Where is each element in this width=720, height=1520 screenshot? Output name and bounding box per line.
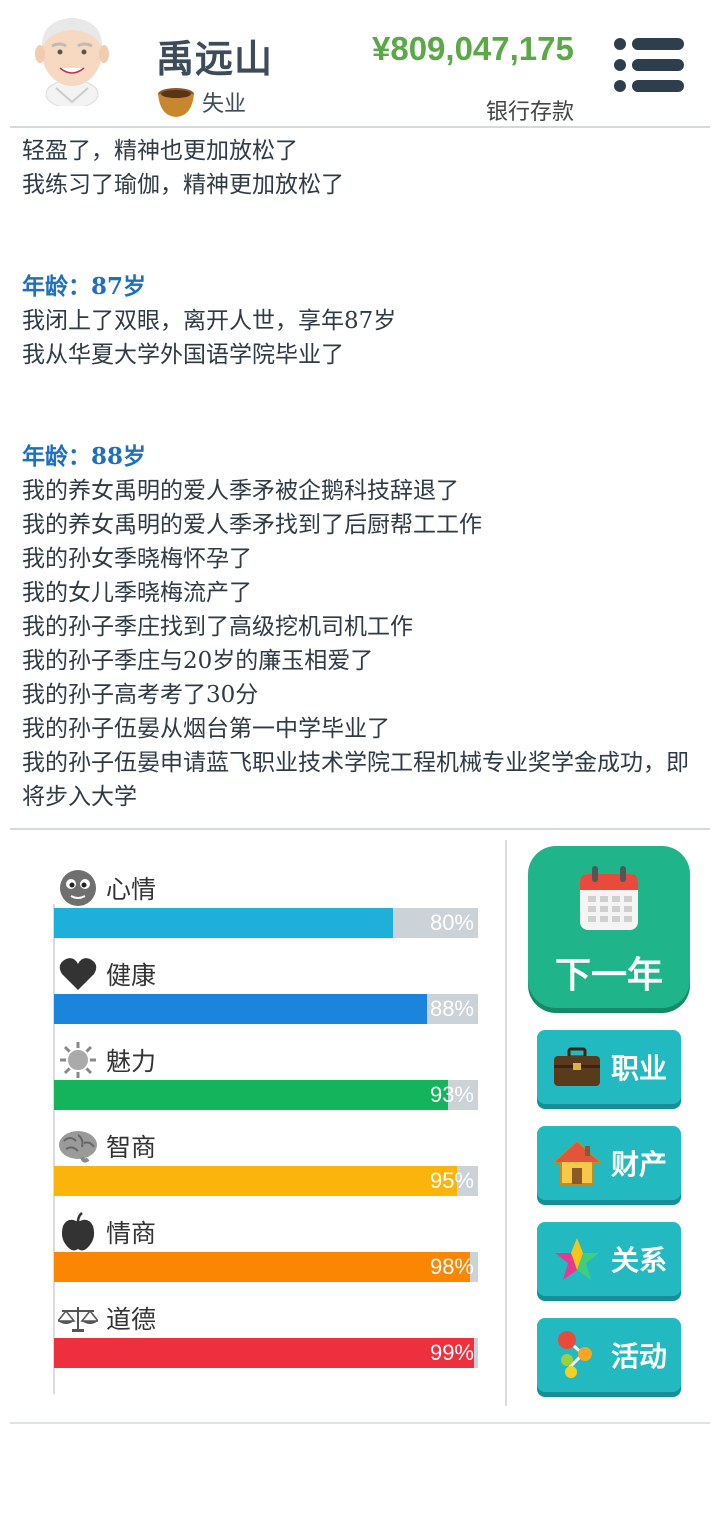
stat-percent: 80%: [429, 910, 474, 935]
bank-balance: ¥809,047,175: [372, 30, 574, 67]
stat-bar: 88%: [54, 994, 478, 1024]
next-year-label: 下一年: [554, 954, 663, 995]
relations-button[interactable]: 关系: [537, 1222, 681, 1296]
property-label: 财产: [611, 1149, 668, 1180]
activities-label: 活动: [611, 1341, 668, 1372]
stat-charm: 魅力 93%: [54, 1040, 478, 1110]
stat-eq: 情商 98%: [54, 1212, 478, 1282]
stat-label: 魅力: [106, 1048, 157, 1076]
job-label: 失业: [202, 91, 247, 116]
player-name: 禹远山: [156, 39, 274, 81]
stat-bar-fill: [54, 1080, 449, 1110]
star-icon: [551, 1233, 603, 1285]
stat-iq: 智商 95%: [54, 1126, 478, 1196]
log-line: 我的孙子伍晏申请蓝飞职业技术学院工程机械专业奖学金成功，即将步入大学: [22, 750, 689, 810]
briefcase-icon: [551, 1041, 603, 1093]
stat-bar-fill: [54, 908, 394, 938]
bank-balance-label: 银行存款: [486, 99, 575, 124]
stat-bar: 99%: [54, 1338, 478, 1368]
career-label: 职业: [611, 1053, 668, 1084]
stat-bar: 98%: [54, 1252, 478, 1282]
brain-icon: [58, 1126, 98, 1166]
event-log[interactable]: 轻盈了，精神也更加放松了 我练习了瑜伽，精神更加放松了 年龄：87岁 我闭上了双…: [22, 134, 702, 818]
avatar[interactable]: [34, 10, 110, 106]
log-line: 我的养女禹明的爱人季矛被企鹅科技辞退了: [22, 478, 459, 504]
log-line: 我练习了瑜伽，精神更加放松了: [22, 172, 344, 198]
log-line: 我的女儿季晓梅流产了: [22, 580, 252, 606]
log-line: 轻盈了，精神也更加放松了: [22, 138, 298, 164]
stat-percent: 98%: [429, 1254, 474, 1279]
log-line: 我的孙子伍晏从烟台第一中学毕业了: [22, 716, 390, 742]
apple-icon: [58, 1212, 98, 1252]
career-button[interactable]: 职业: [537, 1030, 681, 1104]
stat-bar-fill: [54, 1252, 470, 1282]
activity-dots-icon: [551, 1329, 603, 1381]
stat-mood: 心情 80%: [54, 868, 478, 938]
age-heading: 年龄：87岁: [22, 273, 147, 300]
house-icon: [551, 1137, 603, 1189]
log-line: 我的养女禹明的爱人季矛找到了后厨帮工工作: [22, 512, 482, 538]
bottom-divider: [10, 1422, 710, 1424]
stat-label: 智商: [106, 1134, 157, 1162]
stat-label: 道德: [106, 1306, 157, 1334]
stat-percent: 95%: [429, 1168, 474, 1193]
sun-icon: [58, 1040, 98, 1080]
stat-bar-fill: [54, 1166, 457, 1196]
stat-percent: 93%: [429, 1082, 474, 1107]
job-info: 失业: [156, 84, 246, 120]
stat-health: 健康 88%: [54, 954, 478, 1024]
stat-percent: 99%: [429, 1340, 474, 1365]
header: 禹远山 失业 ¥809,047,175 银行存款: [0, 0, 720, 128]
header-divider: [10, 126, 710, 128]
stat-morality: 道德 99%: [54, 1298, 478, 1368]
stat-label: 健康: [106, 962, 157, 990]
stat-bar: 95%: [54, 1166, 478, 1196]
next-year-button[interactable]: 下一年: [528, 846, 690, 1008]
age-heading: 年龄：88岁: [22, 443, 147, 470]
face-icon: [58, 868, 98, 908]
bowl-icon: [158, 88, 194, 117]
stat-label: 心情: [106, 876, 157, 904]
property-button[interactable]: 财产: [537, 1126, 681, 1200]
scales-icon: [58, 1298, 98, 1338]
log-line: 我的孙子高考考了30分: [22, 682, 259, 708]
stat-bar: 93%: [54, 1080, 478, 1110]
log-line: 我的孙子季庄与20岁的廉玉相爱了: [22, 648, 374, 674]
stat-bar-fill: [54, 994, 428, 1024]
stat-percent: 88%: [429, 996, 474, 1021]
log-line: 我闭上了双眼，离开人世，享年87岁: [22, 308, 397, 334]
heart-icon: [58, 954, 98, 994]
panel-divider: [505, 840, 507, 1406]
activities-button[interactable]: 活动: [537, 1318, 681, 1392]
log-divider: [10, 828, 710, 830]
log-line: 我的孙子季庄找到了高级挖机司机工作: [22, 614, 413, 640]
stat-bar: 80%: [54, 908, 478, 938]
log-line: 我的孙女季晓梅怀孕了: [22, 546, 252, 572]
log-line: 我从华夏大学外国语学院毕业了: [22, 342, 344, 368]
menu-button[interactable]: [612, 36, 686, 94]
relations-label: 关系: [611, 1245, 668, 1276]
stat-label: 情商: [106, 1220, 157, 1248]
stat-bar-fill: [54, 1338, 474, 1368]
calendar-icon: [580, 866, 638, 930]
menu-icon: [614, 38, 684, 92]
